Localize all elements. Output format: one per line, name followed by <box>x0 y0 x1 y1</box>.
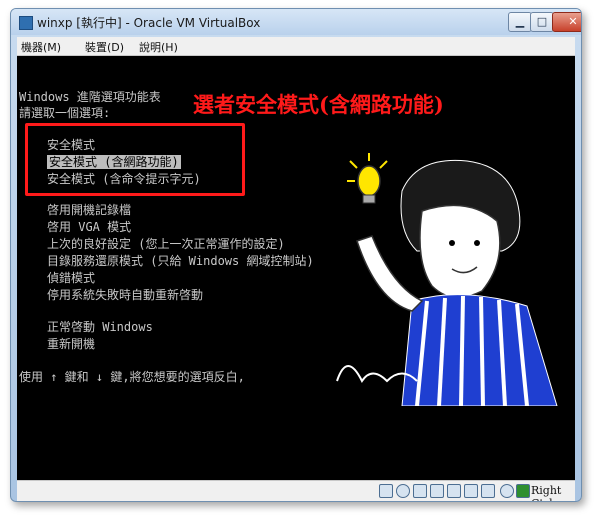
option-debugging-mode[interactable]: 偵錯模式 <box>47 269 95 286</box>
window-title: winxp [執行中] - Oracle VM VirtualBox <box>37 16 261 30</box>
capture-icon[interactable] <box>481 484 495 498</box>
option-last-known-good[interactable]: 上次的良好設定 (您上一次正常運作的設定) <box>47 235 285 252</box>
status-bar: Right Ctrl <box>17 480 575 501</box>
host-key-label: Right Ctrl <box>531 484 562 501</box>
menu-devices[interactable]: 裝置(D) <box>85 39 124 55</box>
close-button[interactable]: ✕ <box>552 12 581 32</box>
hard-disk-icon[interactable] <box>379 484 393 498</box>
option-start-normally[interactable]: 正常啓動 Windows <box>47 318 153 335</box>
cartoon-illustration <box>336 153 558 406</box>
option-reboot[interactable]: 重新開機 <box>47 335 95 352</box>
usb-icon[interactable] <box>413 484 427 498</box>
boot-menu-heading-2: 請選取一個選項: <box>19 106 111 120</box>
virtualbox-window: winxp [執行中] - Oracle VM VirtualBox ▁ □ ✕… <box>10 8 582 502</box>
option-disable-auto-restart[interactable]: 停用系統失敗時自動重新啓動 <box>47 286 203 303</box>
minimize-button[interactable]: ▁ <box>508 12 532 32</box>
lightbulb-icon <box>347 153 388 204</box>
mouse-integration-icon[interactable] <box>500 484 514 498</box>
network-icon[interactable] <box>430 484 444 498</box>
annotation-highlight-box <box>25 123 245 196</box>
menu-help[interactable]: 說明(H) <box>139 39 178 55</box>
option-boot-logging[interactable]: 啓用開機記錄檔 <box>47 201 131 218</box>
keyboard-icon[interactable] <box>516 484 530 498</box>
annotation-title: 選者安全模式(含網路功能) <box>193 92 444 117</box>
title-bar[interactable]: winxp [執行中] - Oracle VM VirtualBox ▁ □ ✕ <box>11 9 581 35</box>
display-icon[interactable] <box>464 484 478 498</box>
instruction-text: 使用 ↑ 鍵和 ↓ 鍵,將您想要的選項反白, <box>19 370 245 384</box>
maximize-button[interactable]: □ <box>530 12 554 32</box>
virtualbox-app-icon <box>19 16 33 30</box>
menu-bar: 機器(M) 裝置(D) 說明(H) <box>17 37 575 56</box>
option-vga-mode[interactable]: 啓用 VGA 模式 <box>47 218 131 235</box>
menu-machine[interactable]: 機器(M) <box>21 39 61 55</box>
vm-screen[interactable]: Windows 進階選項功能表 請選取一個選項: 安全模式 安全模式 (含網路功… <box>17 56 575 480</box>
option-directory-services-restore[interactable]: 目錄服務還原模式 (只給 Windows 網域控制站) <box>47 252 314 269</box>
shared-folder-icon[interactable] <box>447 484 461 498</box>
boot-menu-heading-1: Windows 進階選項功能表 <box>19 90 161 104</box>
cd-icon[interactable] <box>396 484 410 498</box>
